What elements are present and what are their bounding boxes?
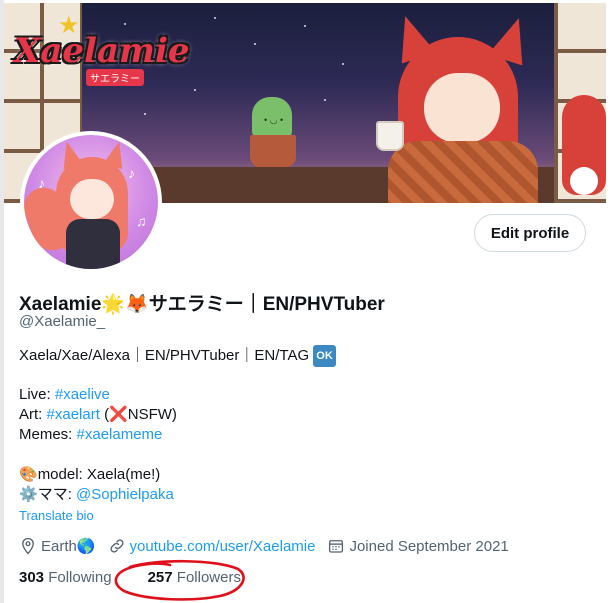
cactus-face: • ◡ • <box>264 115 284 125</box>
music-note-icon: ♪ <box>38 175 45 191</box>
avatar-body <box>66 219 120 269</box>
banner-star <box>214 17 216 19</box>
banner-star <box>324 99 326 101</box>
banner-logo: Xaelamie <box>14 31 190 71</box>
bio-art-note: NSFW) <box>127 406 177 423</box>
banner-star <box>342 63 344 65</box>
bio-line-model: 🎨model: Xaela(me!) <box>19 465 579 485</box>
edit-profile-button[interactable]: Edit profile <box>474 214 586 252</box>
profile-page: ★ Xaelamie サエラミー • ◡ • ♪ ♫ ♪ Edit profil… <box>0 0 612 603</box>
ok-badge-icon: OK <box>313 345 336 367</box>
bio-line-memes: Memes: #xaelameme <box>19 425 579 445</box>
profile-bio: Xaela/Xae/Alexa｜EN/PHVTuber｜EN/TAG OK Li… <box>19 345 579 505</box>
profile-avatar[interactable]: ♪ ♫ ♪ <box>20 131 162 273</box>
banner-star <box>124 23 126 25</box>
display-name: Xaelamie🌟🦊サエラミー｜EN/PHVTuber <box>19 294 385 315</box>
following-label: Following <box>48 569 112 586</box>
bio-memes-label: Memes: <box>19 426 73 443</box>
palette-icon: 🎨 <box>19 466 38 483</box>
mention-sophielpaka[interactable]: @Sophielpaka <box>76 486 174 503</box>
location-icon <box>22 537 34 555</box>
bio-line-live: Live: #xaelive <box>19 385 579 405</box>
bio-identity-text: Xaela/Xae/Alexa｜EN/PHVTuber｜EN/TAG <box>19 347 310 364</box>
profile-meta: Earth🌎 youtube.com/user/Xaelamie Joined … <box>19 537 521 555</box>
meta-location: Earth🌎 <box>19 537 96 555</box>
banner-character <box>376 10 552 203</box>
user-handle: @Xaelamie_ <box>19 313 106 330</box>
bio-line-mama: ⚙️ママ: @Sophielpaka <box>19 485 579 505</box>
music-note-icon: ♫ <box>136 213 147 229</box>
meta-website: youtube.com/user/Xaelamie <box>108 537 316 555</box>
joined-text: Joined September 2021 <box>349 537 509 555</box>
banner-star <box>194 89 196 91</box>
character-face <box>424 73 500 143</box>
bio-art-label: Art: <box>19 406 43 423</box>
bio-line-art: Art: #xaelart (❌NSFW) <box>19 405 579 425</box>
translate-bio-link[interactable]: Translate bio <box>19 508 94 523</box>
music-note-icon: ♪ <box>128 165 135 181</box>
bio-model-text: model: Xaela(me!) <box>37 466 161 483</box>
meta-joined: Joined September 2021 <box>327 537 509 555</box>
character-coat <box>388 141 538 203</box>
bio-spacer <box>19 445 579 465</box>
calendar-icon <box>329 540 344 553</box>
following-count: 303 <box>19 569 45 586</box>
banner-star <box>144 113 146 115</box>
hashtag-xaelive[interactable]: #xaelive <box>55 386 110 403</box>
website-link[interactable]: youtube.com/user/Xaelamie <box>130 538 316 555</box>
banner-star <box>254 43 256 45</box>
fox-tail <box>562 95 606 195</box>
avatar-image: ♪ ♫ ♪ <box>24 135 158 269</box>
following-link[interactable]: 303 Following <box>19 569 112 586</box>
bio-mama-label: ママ: <box>37 486 72 503</box>
mug-illustration <box>376 121 404 151</box>
bio-line-identity: Xaela/Xae/Alexa｜EN/PHVTuber｜EN/TAG OK <box>19 345 579 367</box>
bio-live-label: Live: <box>19 386 51 403</box>
bio-spacer <box>19 365 579 385</box>
flower-pot <box>250 135 296 167</box>
link-icon <box>109 539 124 553</box>
location-text: Earth🌎 <box>41 538 96 555</box>
banner-logo-subtitle: サエラミー <box>86 69 144 86</box>
hashtag-xaelameme[interactable]: #xaelameme <box>77 426 163 443</box>
avatar-face <box>70 179 114 219</box>
cross-mark-icon: ❌ <box>109 406 128 423</box>
banner-star <box>304 25 306 27</box>
gear-icon: ⚙️ <box>19 486 38 503</box>
hashtag-xaelart[interactable]: #xaelart <box>47 406 100 423</box>
annotation-circle <box>114 559 245 601</box>
